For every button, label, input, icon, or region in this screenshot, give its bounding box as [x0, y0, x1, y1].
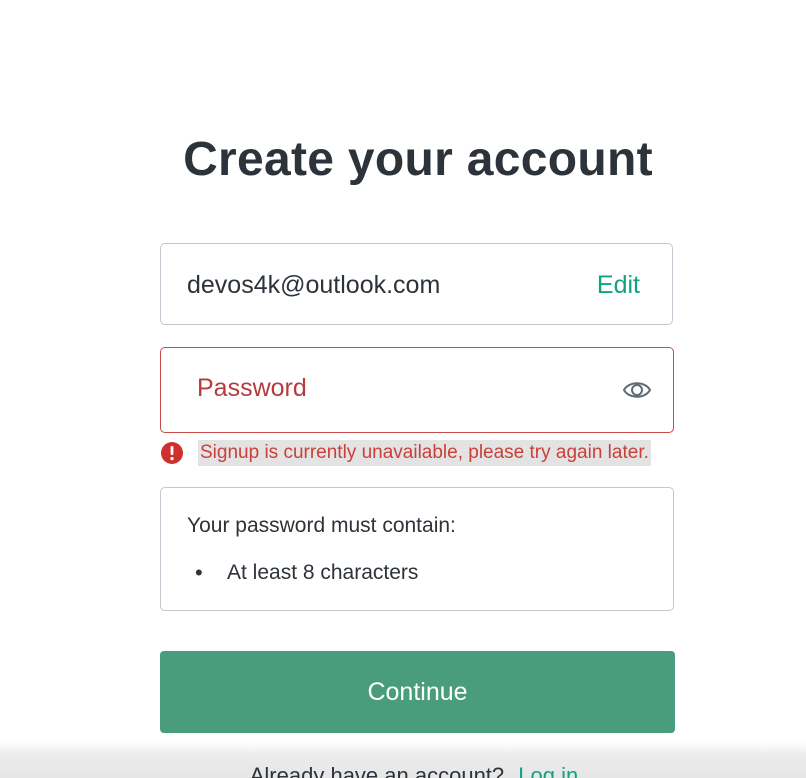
- requirement-item: • At least 8 characters: [187, 560, 418, 586]
- requirements-heading: Your password must contain:: [187, 514, 456, 537]
- password-field[interactable]: [160, 347, 674, 433]
- email-value: devos4k@outlook.com: [187, 271, 441, 299]
- continue-button[interactable]: Continue: [160, 651, 675, 733]
- signup-page: Create your account devos4k@outlook.com …: [0, 0, 806, 778]
- error-message: Signup is currently unavailable, please …: [198, 440, 651, 466]
- page-title: Create your account: [183, 133, 653, 186]
- error-message-row: Signup is currently unavailable, please …: [160, 438, 680, 468]
- requirements-list: • At least 8 characters: [187, 560, 418, 586]
- eye-icon[interactable]: [621, 374, 653, 406]
- error-circle-icon: [160, 441, 184, 465]
- requirement-text: At least 8 characters: [227, 561, 419, 584]
- login-link[interactable]: Log in: [518, 763, 578, 778]
- login-prompt: Already have an account? Log in: [0, 763, 806, 778]
- password-requirements: Your password must contain: • At least 8…: [160, 487, 674, 611]
- edit-email-link[interactable]: Edit: [597, 271, 640, 300]
- bullet: •: [195, 560, 203, 585]
- email-field: devos4k@outlook.com Edit: [160, 243, 673, 325]
- password-input[interactable]: [197, 368, 597, 408]
- login-prompt-text: Already have an account?: [249, 763, 505, 778]
